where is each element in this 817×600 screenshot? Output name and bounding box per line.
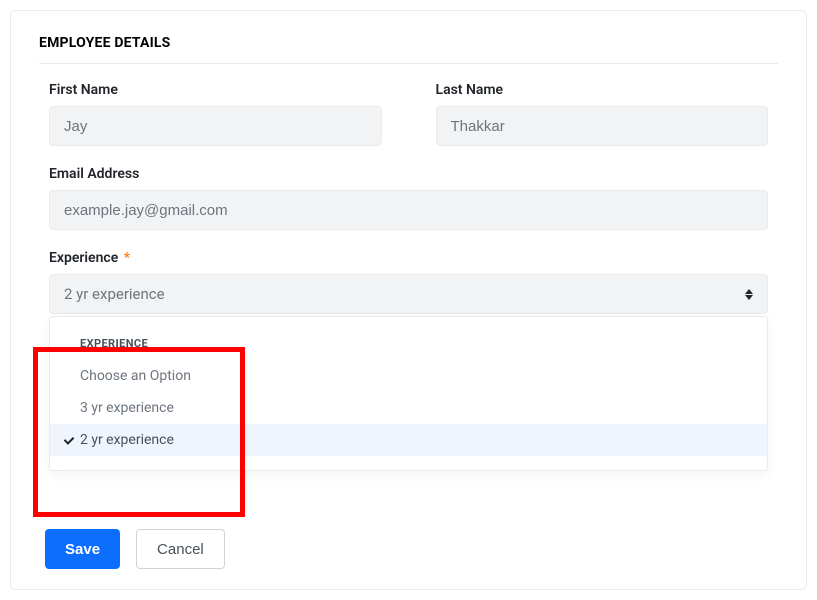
- form-group-experience: Experience * 2 yr experience EXPERIENCE …: [39, 250, 778, 314]
- form-row-experience: Experience * 2 yr experience EXPERIENCE …: [39, 250, 778, 314]
- experience-selected-value: 2 yr experience: [64, 285, 165, 303]
- form-row-name: First Name Last Name: [39, 82, 778, 146]
- required-indicator: *: [124, 250, 130, 266]
- button-row: Save Cancel: [45, 529, 225, 569]
- check-icon: [64, 435, 74, 445]
- dropdown-option[interactable]: Choose an Option: [50, 360, 767, 392]
- experience-select[interactable]: 2 yr experience: [49, 274, 768, 314]
- dropdown-option[interactable]: 3 yr experience: [50, 392, 767, 424]
- last-name-input[interactable]: [436, 106, 769, 146]
- first-name-label: First Name: [49, 82, 382, 98]
- first-name-input[interactable]: [49, 106, 382, 146]
- dropdown-option-label: 2 yr experience: [80, 432, 174, 448]
- dropdown-option-label: 3 yr experience: [80, 400, 174, 416]
- dropdown-option-label: Choose an Option: [80, 368, 191, 384]
- dropdown-header: EXPERIENCE: [50, 317, 767, 360]
- last-name-label: Last Name: [436, 82, 769, 98]
- section-title: EMPLOYEE DETAILS: [39, 35, 778, 64]
- dropdown-option-selected[interactable]: 2 yr experience: [50, 424, 767, 456]
- experience-dropdown: EXPERIENCE Choose an Option 3 yr experie…: [49, 316, 768, 471]
- form-group-first-name: First Name: [39, 82, 392, 146]
- experience-label: Experience *: [49, 250, 768, 266]
- experience-select-wrapper: 2 yr experience EXPERIENCE Choose an Opt…: [49, 274, 768, 314]
- sort-icon: [745, 289, 753, 300]
- email-input[interactable]: [49, 190, 768, 230]
- form-group-last-name: Last Name: [426, 82, 779, 146]
- form-group-email: Email Address: [39, 166, 778, 230]
- email-label: Email Address: [49, 166, 768, 182]
- save-button[interactable]: Save: [45, 529, 120, 569]
- employee-details-card: EMPLOYEE DETAILS First Name Last Name Em…: [10, 10, 807, 590]
- experience-label-text: Experience: [49, 250, 118, 266]
- cancel-button[interactable]: Cancel: [136, 529, 225, 569]
- form-row-email: Email Address: [39, 166, 778, 230]
